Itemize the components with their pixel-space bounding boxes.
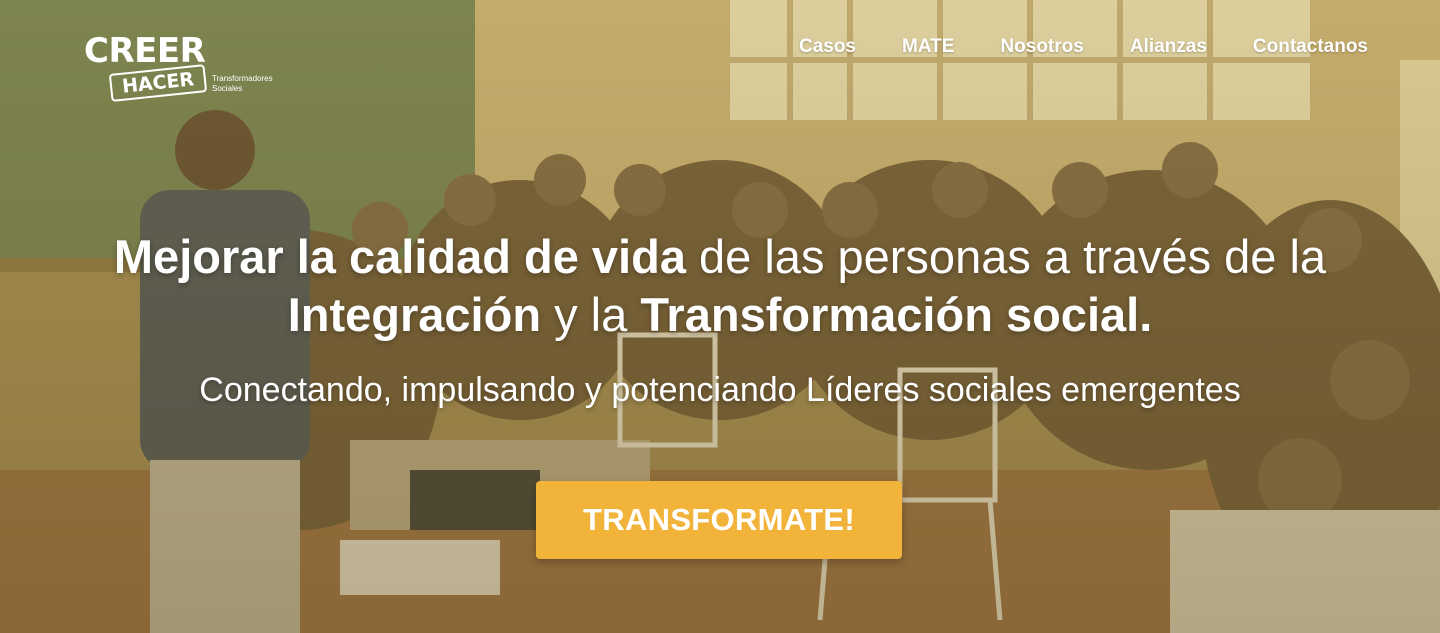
headline-bold-1: Mejorar la calidad de vida <box>113 230 686 283</box>
hero-section: CREER HACER Transformadores Sociales Cas… <box>0 0 1440 633</box>
nav-item-mate[interactable]: MATE <box>902 36 954 58</box>
nav-item-alianzas[interactable]: Alianzas <box>1130 36 1207 58</box>
nav-item-contactanos[interactable]: Contactanos <box>1253 36 1368 58</box>
transformate-button[interactable]: TRANSFORMATE! <box>536 481 902 559</box>
headline-text-4: y la <box>541 288 641 341</box>
logo-creer-text: CREER <box>84 31 206 71</box>
nav-item-casos[interactable]: Casos <box>799 36 856 58</box>
nav-item-nosotros[interactable]: Nosotros <box>1000 36 1083 58</box>
hero-headline: Mejorar la calidad de vida de las person… <box>0 228 1440 344</box>
main-nav: Casos MATE Nosotros Alianzas Contactanos <box>753 36 1368 58</box>
headline-bold-5: Transformación social. <box>640 288 1153 341</box>
hero-subtitle: Conectando, impulsando y potenciando Líd… <box>199 371 1241 409</box>
brand-logo[interactable]: CREER HACER Transformadores Sociales <box>84 34 274 108</box>
logo-tagline: Transformadores Sociales <box>212 74 273 93</box>
headline-bold-3: Integración <box>287 288 542 341</box>
headline-text-2: de las personas a través de la <box>685 230 1327 283</box>
